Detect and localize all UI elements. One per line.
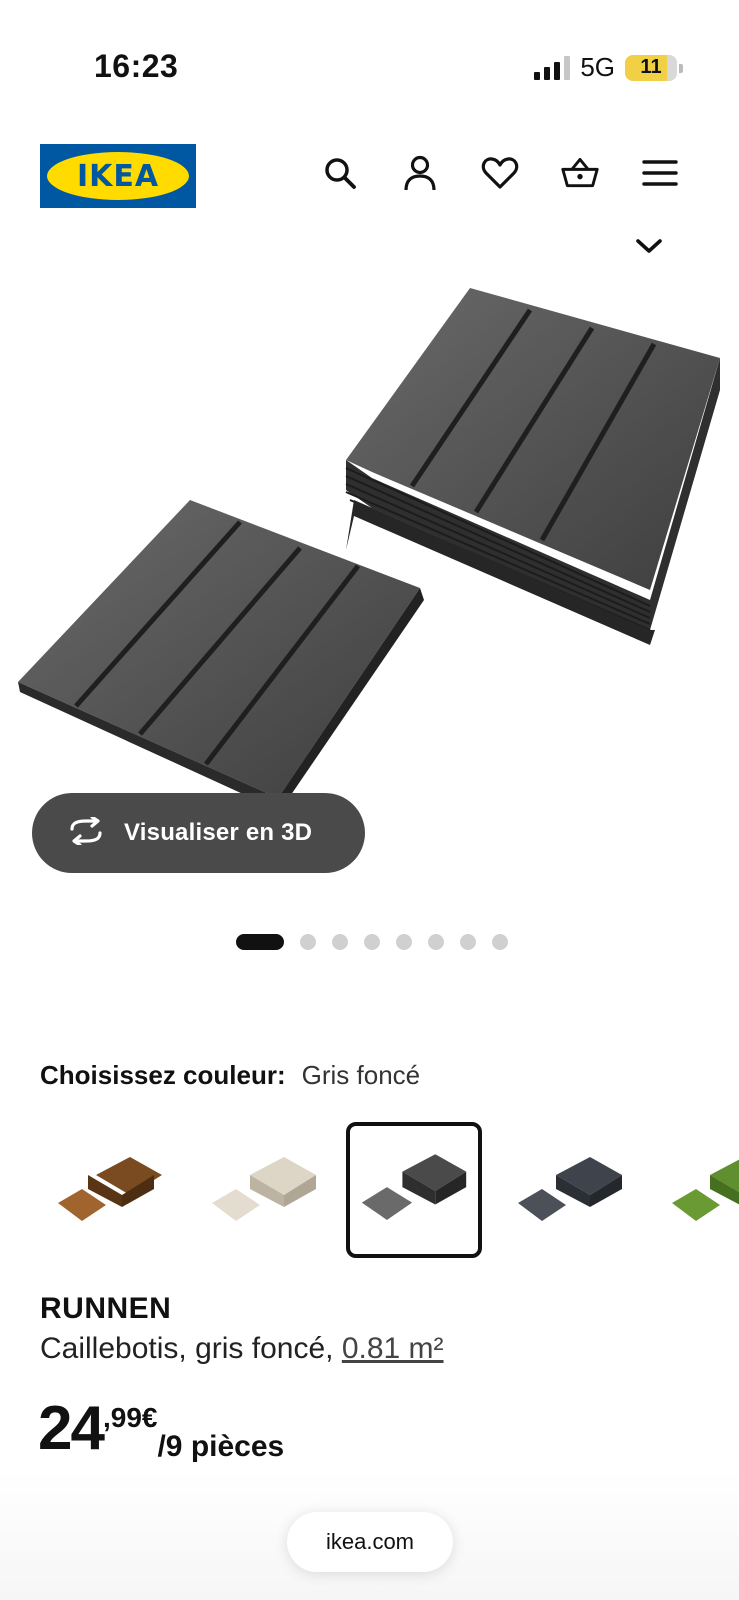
ikea-logo[interactable]: IKEA bbox=[40, 144, 196, 208]
swatch-brown[interactable] bbox=[40, 1122, 176, 1258]
cart-icon[interactable] bbox=[561, 154, 599, 192]
carousel-dot[interactable] bbox=[236, 934, 284, 950]
price-integer: 24 bbox=[38, 1394, 105, 1463]
swatch-green[interactable] bbox=[654, 1122, 739, 1258]
network-type: 5G bbox=[580, 52, 615, 82]
status-indicators: 5G 11 bbox=[534, 52, 683, 83]
carousel-indicator[interactable] bbox=[236, 934, 508, 950]
signal-icon bbox=[534, 55, 571, 80]
visualize-3d-button[interactable]: Visualiser en 3D bbox=[32, 793, 365, 873]
visualize-3d-label: Visualiser en 3D bbox=[124, 819, 313, 846]
selected-color: Gris foncé bbox=[301, 1060, 421, 1090]
site-header: IKEA bbox=[0, 140, 739, 212]
color-swatches bbox=[40, 1122, 739, 1258]
price-decimal: ,99€ bbox=[102, 1402, 158, 1433]
menu-icon[interactable] bbox=[641, 154, 679, 192]
carousel-dot[interactable] bbox=[364, 934, 380, 950]
rotate-3d-icon bbox=[66, 814, 106, 850]
price-unit: /9 pièces bbox=[157, 1430, 285, 1463]
product-description-text: Caillebotis, gris foncé, bbox=[40, 1332, 342, 1365]
carousel-dot[interactable] bbox=[300, 934, 316, 950]
header-nav bbox=[321, 154, 679, 192]
carousel-dot[interactable] bbox=[460, 934, 476, 950]
battery-level: 11 bbox=[640, 56, 662, 78]
account-icon[interactable] bbox=[401, 154, 439, 192]
carousel-dot[interactable] bbox=[492, 934, 508, 950]
status-bar: 16:23 5G 11 bbox=[0, 0, 739, 120]
browser-url-bar[interactable]: ikea.com bbox=[287, 1512, 453, 1572]
product-area-link[interactable]: 0.81 m² bbox=[342, 1332, 444, 1365]
color-label: Choisissez couleur: bbox=[40, 1060, 286, 1090]
product-name: RUNNEN bbox=[40, 1292, 172, 1325]
product-image bbox=[18, 288, 720, 810]
swatch-anthracite[interactable] bbox=[500, 1122, 636, 1258]
product-description: Caillebotis, gris foncé, 0.81 m² bbox=[40, 1332, 444, 1366]
swatch-beige[interactable] bbox=[194, 1122, 330, 1258]
product-price: 24 ,99€ /9 pièces bbox=[38, 1398, 284, 1464]
search-icon[interactable] bbox=[321, 154, 359, 192]
carousel-dot[interactable] bbox=[332, 934, 348, 950]
battery-icon: 11 bbox=[625, 54, 683, 81]
logo-text: IKEA bbox=[76, 158, 160, 194]
color-chooser-heading: Choisissez couleur: Gris foncé bbox=[40, 1060, 420, 1091]
swatch-dark-grey[interactable] bbox=[346, 1122, 482, 1258]
status-time: 16:23 bbox=[94, 48, 179, 84]
carousel-dot[interactable] bbox=[396, 934, 412, 950]
heart-icon[interactable] bbox=[481, 154, 519, 192]
product-gallery[interactable] bbox=[0, 230, 739, 810]
carousel-dot[interactable] bbox=[428, 934, 444, 950]
